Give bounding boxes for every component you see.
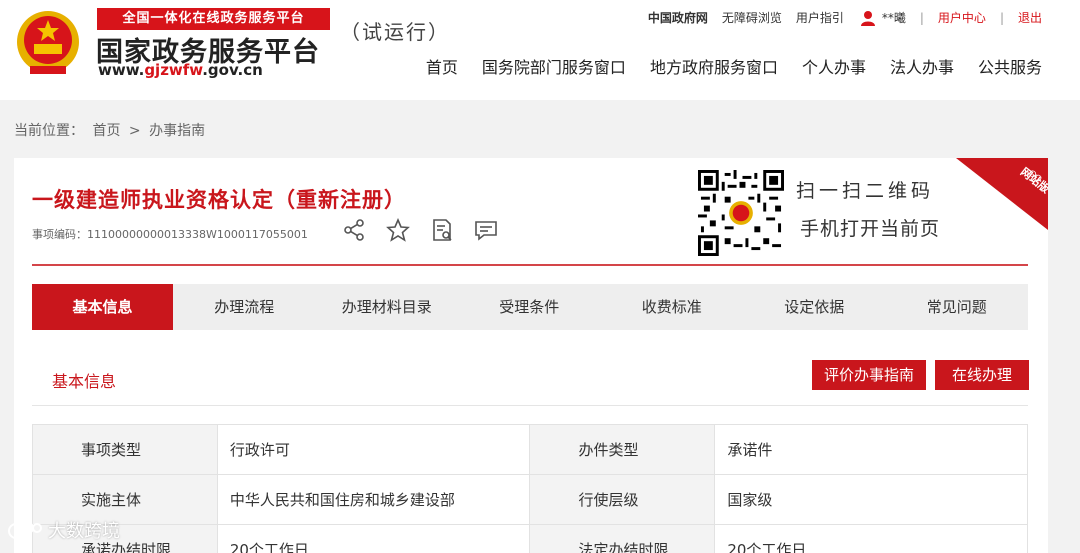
cell-value: 20个工作日 [216, 524, 531, 553]
breadcrumb-home[interactable]: 首页 [92, 123, 120, 139]
qr-scan-text: 扫一扫二维码 [796, 180, 935, 202]
table-row: 实施主体 中华人民共和国住房和城乡建设部 行使层级 国家级 [32, 474, 1028, 525]
online-apply-button[interactable]: 在线办理 [935, 360, 1029, 390]
cell-value: 承诺件 [714, 424, 1028, 475]
watermark: 大数跨境 [8, 517, 120, 543]
nav-state-council[interactable]: 国务院部门服务窗口 [482, 54, 626, 78]
basic-info-table: 事项类型 行政许可 办件类型 承诺件 实施主体 中华人民共和国住房和城乡建设部 … [32, 424, 1028, 553]
user-guide-link[interactable]: 用户指引 [796, 9, 844, 26]
nav-home[interactable]: 首页 [426, 54, 458, 78]
tool-icons [342, 218, 518, 242]
platform-slogan: 全国一体化在线政务服务平台 [97, 8, 330, 30]
trial-label: （试运行） [340, 20, 450, 44]
separator: | [999, 10, 1004, 25]
tab-basis[interactable]: 设定依据 [743, 284, 886, 330]
item-code: 事项编码：11100000000013338W1000117055001 [32, 226, 308, 242]
tab-basic-info[interactable]: 基本信息 [32, 284, 173, 330]
breadcrumb: 当前位置： 首页 > 办事指南 [14, 120, 209, 140]
tab-bar: 基本信息 办理流程 办理材料目录 受理条件 收费标准 设定依据 常见问题 [32, 284, 1028, 330]
gov-site-link[interactable]: 中国政府网 [648, 9, 708, 26]
tab-materials[interactable]: 办理材料目录 [316, 284, 459, 330]
accessible-link[interactable]: 无障碍浏览 [722, 9, 782, 26]
breadcrumb-current: 办事指南 [149, 123, 206, 139]
cell-label: 行使层级 [529, 474, 716, 525]
breadcrumb-arrow: > [128, 123, 141, 139]
site-url: www.gjzwfw.gov.cn [98, 61, 263, 79]
breadcrumb-label: 当前位置： [14, 123, 84, 139]
tab-fees[interactable]: 收费标准 [601, 284, 744, 330]
user-name[interactable]: **曦 [882, 9, 906, 26]
site-header: 全国一体化在线政务服务平台 国家政务服务平台 （试运行） www.gjzwfw.… [0, 0, 1080, 100]
share-icon[interactable] [342, 218, 366, 242]
nav-public-service[interactable]: 公共服务 [978, 54, 1042, 78]
section-title: 基本信息 [52, 372, 117, 391]
cell-label: 事项类型 [32, 424, 218, 475]
item-code-label: 事项编码： [32, 228, 87, 241]
cell-value: 中华人民共和国住房和城乡建设部 [216, 474, 531, 525]
cell-label: 办件类型 [529, 424, 716, 475]
national-emblem-icon[interactable] [12, 8, 84, 80]
document-search-icon[interactable] [430, 218, 454, 242]
cell-label: 法定办结时限 [529, 524, 716, 553]
tab-conditions[interactable]: 受理条件 [458, 284, 601, 330]
url-suffix: .gov.cn [202, 61, 263, 79]
item-code-value: 11100000000013338W1000117055001 [87, 228, 308, 241]
item-title: 一级建造师执业资格认定（重新注册） [32, 188, 406, 212]
corner-badge[interactable]: GO 网站版 [956, 158, 1048, 230]
qr-open-text: 手机打开当前页 [800, 218, 941, 240]
star-icon[interactable] [386, 218, 410, 242]
watermark-text: 大数跨境 [48, 521, 120, 542]
guide-card: 一级建造师执业资格认定（重新注册） 事项编码：11100000000013338… [14, 158, 1048, 553]
table-row: 事项类型 行政许可 办件类型 承诺件 [32, 424, 1028, 475]
comment-icon[interactable] [474, 218, 498, 242]
user-icon [860, 10, 875, 26]
tab-process[interactable]: 办理流程 [173, 284, 316, 330]
cell-value: 20个工作日 [714, 524, 1028, 553]
top-links: 中国政府网 无障碍浏览 用户指引 **曦 | 用户中心 | 退出 [634, 9, 1042, 26]
url-prefix: www. [98, 61, 145, 79]
qr-code-icon [698, 170, 784, 256]
cell-value: 行政许可 [216, 424, 531, 475]
cell-value: 国家级 [714, 474, 1028, 525]
title-divider [32, 264, 1028, 266]
user-center-link[interactable]: 用户中心 [938, 9, 986, 26]
separator: | [919, 10, 924, 25]
section-divider [32, 405, 1028, 406]
nav-personal[interactable]: 个人办事 [802, 54, 866, 78]
watermark-logo-icon [8, 522, 42, 539]
nav-local-gov[interactable]: 地方政府服务窗口 [650, 54, 778, 78]
url-highlight: gjzwfw [144, 61, 203, 79]
table-row: 承诺办结时限 20个工作日 法定办结时限 20个工作日 [32, 524, 1028, 553]
tab-faq[interactable]: 常见问题 [886, 284, 1029, 330]
main-nav: 首页 国务院部门服务窗口 地方政府服务窗口 个人办事 法人办事 公共服务 [402, 54, 1042, 78]
nav-legal-person[interactable]: 法人办事 [890, 54, 954, 78]
evaluate-guide-button[interactable]: 评价办事指南 [812, 360, 926, 390]
logout-link[interactable]: 退出 [1018, 9, 1042, 26]
